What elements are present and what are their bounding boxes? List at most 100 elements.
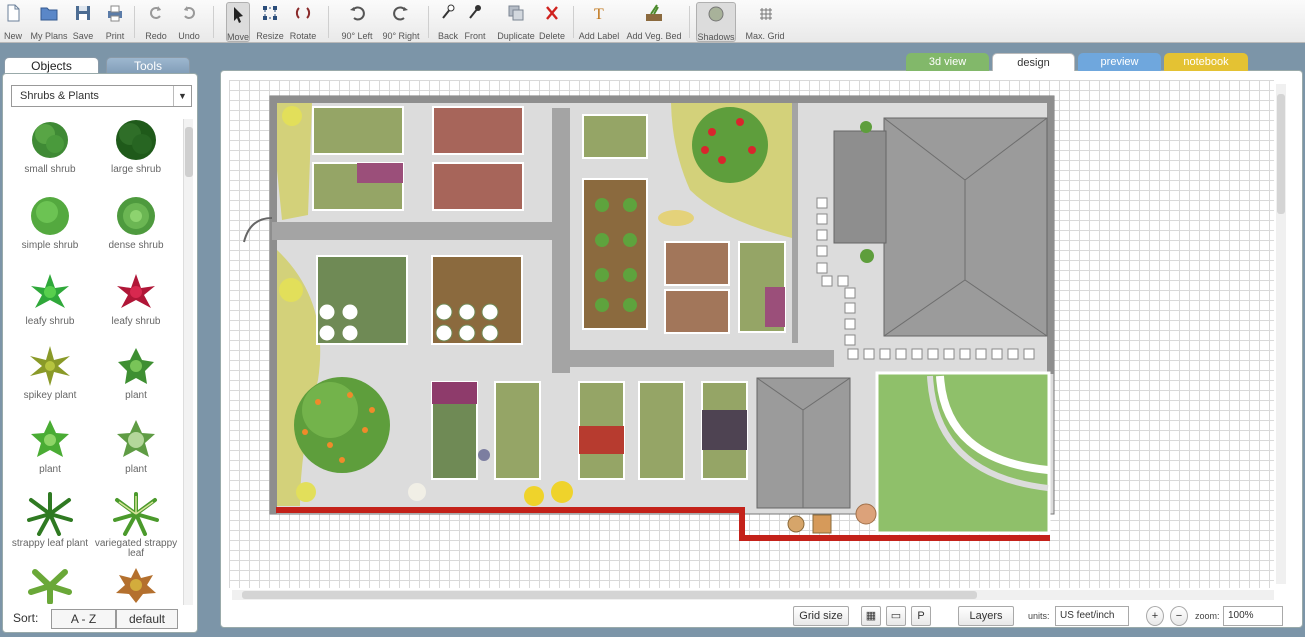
scroll-thumb[interactable] — [185, 127, 193, 177]
scroll-thumb[interactable] — [1277, 94, 1285, 214]
printer-icon — [108, 5, 122, 22]
rotate-label: Rotate — [289, 31, 317, 41]
tab-design[interactable]: design — [992, 53, 1075, 71]
add-veg-bed-button[interactable]: Add Veg. Bed — [625, 2, 683, 42]
plant-spikey[interactable]: spikey plant — [7, 344, 93, 401]
plant-variegated-strappy[interactable]: variegated strappy leaf — [93, 492, 179, 559]
resize-button[interactable]: Resize — [255, 2, 285, 42]
rotate-icon — [295, 7, 311, 19]
toolbar-separator — [428, 6, 429, 38]
stone-wall-top — [270, 96, 1054, 103]
zoom-select[interactable]: 100% — [1223, 606, 1283, 626]
rotate-right-label: 90° Right — [382, 31, 420, 41]
garden-plan[interactable] — [229, 80, 1274, 588]
plant-pot — [787, 515, 805, 533]
move-label: Move — [227, 32, 250, 42]
strappy-leaf-icon — [27, 492, 73, 536]
rotate-left-button[interactable]: 90° Left — [339, 2, 375, 42]
plant-large-shrub[interactable]: large shrub — [93, 118, 179, 175]
duplicate-button[interactable]: Duplicate — [496, 2, 536, 42]
plant-bright[interactable]: plant — [7, 418, 93, 475]
grid-toggle-icon[interactable]: ▦ — [861, 606, 881, 626]
stone-wall-left — [270, 96, 277, 514]
maple-plant-icon — [116, 568, 156, 603]
shed-roof — [756, 377, 851, 509]
plan-p-button[interactable]: P — [911, 606, 931, 626]
print-button[interactable]: Print — [103, 2, 127, 42]
toolbar-separator — [134, 6, 135, 38]
star-plant-icon — [118, 348, 154, 384]
front-label: Front — [464, 31, 486, 41]
tab-notebook[interactable]: notebook — [1164, 53, 1248, 71]
undo-button[interactable]: Undo — [177, 2, 201, 42]
scroll-thumb[interactable] — [242, 591, 977, 599]
grid-size-button[interactable]: Grid size — [793, 606, 849, 626]
plant-name: spikey plant — [23, 390, 77, 401]
ruler-icon[interactable]: ▭ — [886, 606, 906, 626]
undo-label: Undo — [178, 31, 200, 41]
plant-simple-shrub[interactable]: simple shrub — [7, 194, 93, 251]
add-veg-bed-label: Add Veg. Bed — [626, 31, 682, 41]
tab-3d-view[interactable]: 3d view — [906, 53, 989, 71]
plant-fern[interactable] — [7, 566, 93, 604]
design-grid[interactable] — [229, 80, 1274, 588]
plant-variegated[interactable]: plant — [93, 418, 179, 475]
horizontal-scrollbar[interactable] — [232, 590, 1274, 600]
sort-default-button[interactable]: default — [116, 609, 178, 629]
plant-name: plant — [125, 464, 147, 475]
zoom-value: 100% — [1228, 610, 1254, 621]
catalog-scrollbar[interactable] — [183, 119, 193, 605]
plant-leafy-shrub-red[interactable]: leafy shrub — [93, 270, 179, 327]
stone-path-lower — [552, 350, 834, 367]
rotate-left-icon — [350, 6, 365, 21]
resize-label: Resize — [256, 31, 284, 41]
plant-name: plant — [125, 390, 147, 401]
category-dropdown[interactable]: Shrubs & Plants ▼ — [11, 85, 192, 107]
new-button[interactable]: New — [2, 2, 24, 42]
save-button[interactable]: Save — [72, 2, 94, 42]
print-label: Print — [105, 31, 125, 41]
category-value: Shrubs & Plants — [20, 90, 99, 102]
duplicate-label: Duplicate — [497, 31, 535, 41]
zoom-label: zoom: — [1195, 611, 1220, 621]
zoom-in-icon[interactable]: + — [1146, 606, 1164, 626]
redo-arrow-icon — [150, 6, 161, 19]
layers-button[interactable]: Layers — [958, 606, 1014, 626]
bring-front-button[interactable]: Front — [463, 2, 487, 42]
rose-bush — [692, 107, 768, 183]
delete-button[interactable]: Delete — [538, 2, 566, 42]
my-plans-label: My Plans — [30, 31, 68, 41]
plant-dense-shrub[interactable]: dense shrub — [93, 194, 179, 251]
send-back-button[interactable]: Back — [436, 2, 460, 42]
add-label-button[interactable]: T Add Label — [578, 2, 620, 42]
sundial — [658, 210, 694, 226]
redo-button[interactable]: Redo — [144, 2, 168, 42]
plant-small-shrub[interactable]: small shrub — [7, 118, 93, 175]
plant-name: leafy shrub — [111, 316, 161, 327]
new-file-icon — [7, 4, 20, 22]
resize-icon — [263, 6, 277, 20]
dense-shrub-icon — [117, 197, 155, 235]
my-plans-button[interactable]: My Plans — [28, 2, 70, 42]
stone-path-vertical — [552, 108, 570, 373]
vertical-scrollbar[interactable] — [1276, 84, 1286, 584]
plant-name: leafy shrub — [25, 316, 75, 327]
rotate-button[interactable]: Rotate — [288, 2, 318, 42]
plant-leafy-shrub-green[interactable]: leafy shrub — [7, 270, 93, 327]
move-button[interactable]: Move — [226, 2, 250, 42]
max-grid-button[interactable]: Max. Grid — [744, 2, 786, 42]
plant-catalog: small shrub large shrub simple shrub den… — [7, 114, 179, 604]
cursor-arrow-icon — [234, 7, 243, 23]
units-select[interactable]: US feet/inch — [1055, 606, 1129, 626]
plant-star[interactable]: plant — [93, 344, 179, 401]
delete-label: Delete — [538, 31, 565, 41]
sort-az-button[interactable]: A - Z — [51, 609, 116, 629]
shadows-button[interactable]: Shadows — [696, 2, 736, 42]
rotate-right-button[interactable]: 90° Right — [381, 2, 421, 42]
zoom-out-icon[interactable]: − — [1170, 606, 1188, 626]
plant-maple[interactable] — [93, 566, 179, 604]
plant-strappy-leaf[interactable]: strappy leaf plant — [7, 492, 93, 549]
small-shrub-icon — [32, 122, 68, 158]
tab-preview[interactable]: preview — [1078, 53, 1161, 71]
units-value: US feet/inch — [1060, 610, 1115, 621]
